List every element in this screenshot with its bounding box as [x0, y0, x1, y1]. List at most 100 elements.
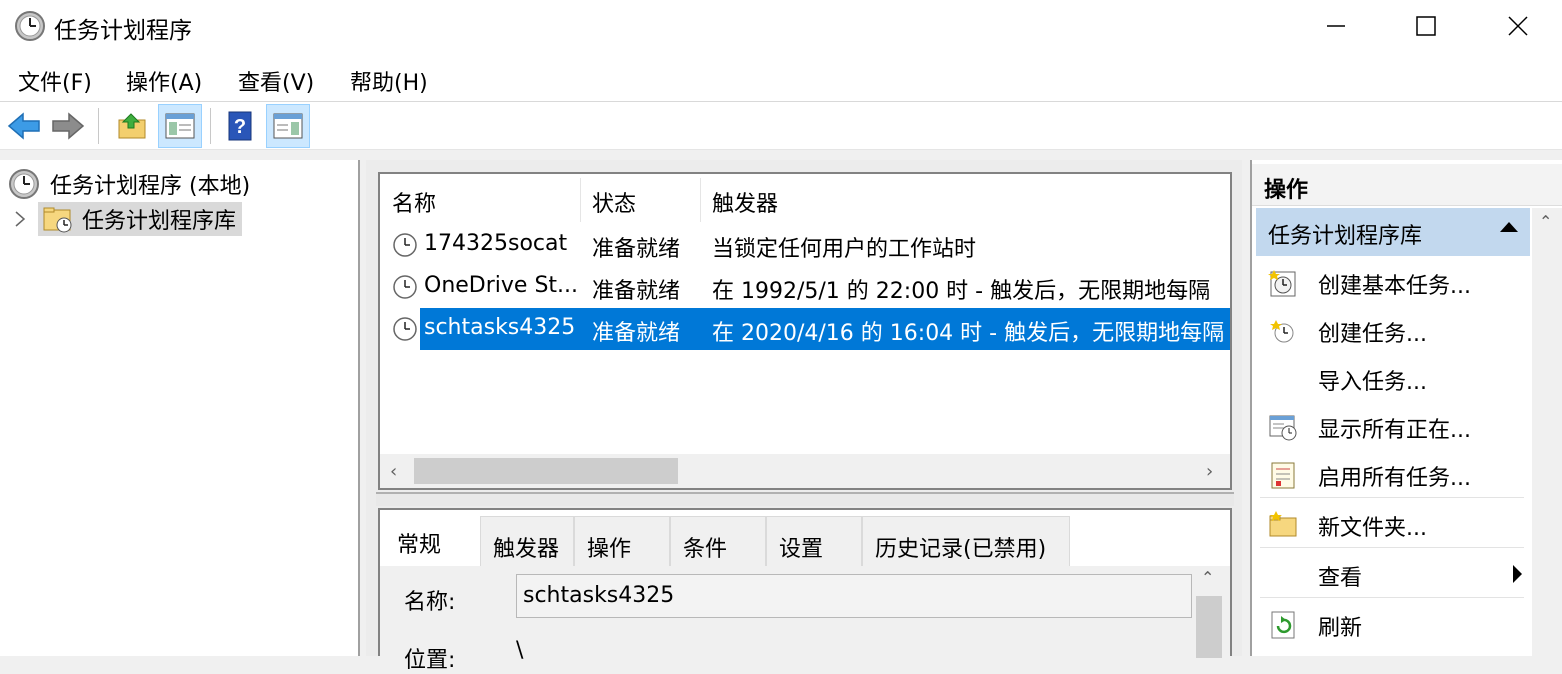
column-divider[interactable] — [700, 178, 701, 222]
tree-root-node[interactable]: 任务计划程序 (本地) — [8, 168, 250, 200]
create-task-icon — [1270, 320, 1294, 343]
show-hide-action-pane-button[interactable] — [266, 104, 310, 148]
clock-icon — [9, 169, 39, 199]
menu-action[interactable]: 操作(A) — [126, 65, 202, 97]
horizontal-scrollbar[interactable]: ‹ › — [380, 454, 1230, 488]
tab-general[interactable]: 常规 — [384, 512, 484, 566]
tree-root-label: 任务计划程序 (本地) — [50, 174, 251, 199]
column-header-trigger[interactable]: 触发器 — [712, 186, 778, 218]
pane-splitter[interactable] — [376, 492, 1234, 506]
help-button[interactable]: ? — [218, 104, 262, 148]
forward-arrow-icon — [52, 112, 85, 140]
action-label: 刷新 — [1318, 616, 1363, 641]
actions-header: 操作 — [1252, 164, 1562, 206]
close-button[interactable] — [1472, 0, 1562, 52]
action-create-basic-task[interactable]: 创建基本任务... — [1260, 258, 1524, 306]
up-level-button[interactable] — [110, 104, 154, 148]
refresh-icon — [1271, 611, 1295, 639]
table-row[interactable]: 174325socat 准备就绪 当锁定任何用户的工作站时 — [380, 224, 1230, 266]
general-tab-content: 名称: schtasks4325 位置: \ ⌃ — [380, 566, 1230, 673]
maximize-button[interactable] — [1380, 0, 1472, 52]
minimize-icon — [1327, 25, 1345, 27]
menu-view[interactable]: 查看(V) — [238, 65, 314, 97]
table-row-selected[interactable]: schtasks4325 准备就绪 在 2020/4/16 的 16:04 时 … — [380, 308, 1230, 350]
actions-pane: 操作 任务计划程序库 创建基本任务... 创建任务... 导入任务... 显示所… — [1250, 160, 1562, 656]
action-view-submenu[interactable]: 查看 — [1260, 550, 1524, 598]
action-label: 显示所有正在... — [1318, 418, 1471, 443]
show-hide-console-tree-icon — [165, 113, 195, 139]
menu-bar: 文件(F) 操作(A) 查看(V) 帮助(H) — [0, 52, 1562, 102]
action-display-running-tasks[interactable]: 显示所有正在... — [1260, 402, 1524, 450]
menu-help[interactable]: 帮助(H) — [350, 65, 428, 97]
task-list-header: 名称 状态 触发器 — [380, 174, 1230, 224]
show-hide-action-pane-icon — [273, 113, 303, 139]
task-clock-icon — [393, 233, 417, 257]
tab-settings[interactable]: 设置 — [766, 516, 862, 566]
back-button[interactable] — [2, 104, 46, 148]
scroll-up-arrow-icon[interactable]: ⌃ — [1201, 568, 1214, 587]
scroll-up-arrow-icon[interactable]: ⌃ — [1539, 212, 1552, 231]
enable-history-icon — [1271, 462, 1295, 489]
action-label: 新文件夹... — [1318, 516, 1427, 541]
clock-icon — [15, 11, 45, 41]
actions-section-task-library[interactable]: 任务计划程序库 — [1256, 208, 1530, 256]
scrollbar-thumb[interactable] — [414, 458, 678, 484]
close-icon — [1508, 16, 1528, 36]
title-bar: 任务计划程序 — [0, 0, 1562, 52]
scrollbar-thumb[interactable] — [1196, 596, 1222, 658]
tab-actions[interactable]: 操作 — [574, 516, 670, 566]
help-icon: ? — [228, 111, 252, 141]
tree-node-task-library[interactable]: 任务计划程序库 — [14, 202, 243, 236]
table-row[interactable]: OneDrive St... 准备就绪 在 1992/5/1 的 22:00 时… — [380, 266, 1230, 308]
action-refresh[interactable]: 刷新 — [1260, 600, 1524, 648]
task-name: 174325socat — [424, 231, 568, 256]
folder-clock-icon — [43, 207, 72, 233]
toolbar: ? — [0, 102, 1562, 150]
task-status: 准备就绪 — [592, 237, 681, 262]
forward-button[interactable] — [46, 104, 90, 148]
new-folder-icon — [1269, 511, 1297, 537]
tab-history[interactable]: 历史记录(已禁用) — [862, 516, 1070, 566]
action-enable-all-history[interactable]: 启用所有任务... — [1260, 450, 1524, 498]
task-trigger: 当锁定任何用户的工作站时 — [712, 237, 977, 262]
action-label: 启用所有任务... — [1318, 466, 1471, 491]
back-arrow-icon — [7, 112, 40, 140]
column-header-status[interactable]: 状态 — [592, 186, 636, 218]
action-import-task[interactable]: 导入任务... — [1260, 354, 1524, 402]
column-divider[interactable] — [580, 178, 581, 222]
scroll-left-arrow-icon[interactable]: ‹ — [390, 461, 397, 482]
up-folder-icon — [118, 113, 146, 139]
tab-conditions[interactable]: 条件 — [670, 516, 766, 566]
action-create-task[interactable]: 创建任务... — [1260, 306, 1524, 354]
action-new-folder[interactable]: 新文件夹... — [1260, 500, 1524, 548]
tree-node-selected[interactable]: 任务计划程序库 — [38, 202, 243, 236]
task-clock-icon — [393, 317, 417, 341]
menu-file[interactable]: 文件(F) — [18, 65, 92, 97]
display-running-tasks-icon — [1269, 415, 1297, 441]
chevron-right-icon[interactable] — [14, 210, 26, 228]
submenu-arrow-icon — [1513, 565, 1522, 583]
vertical-scrollbar[interactable]: ⌃ — [1192, 566, 1226, 658]
action-label: 导入任务... — [1318, 370, 1427, 395]
action-label: 查看 — [1318, 566, 1363, 591]
column-header-name[interactable]: 名称 — [392, 186, 436, 218]
svg-text:?: ? — [234, 116, 246, 138]
minimize-button[interactable] — [1290, 0, 1382, 52]
collapse-triangle-icon[interactable] — [1500, 222, 1518, 232]
task-status: 准备就绪 — [592, 279, 681, 304]
tab-triggers[interactable]: 触发器 — [480, 516, 574, 566]
scroll-right-arrow-icon[interactable]: › — [1206, 461, 1213, 482]
task-trigger: 在 1992/5/1 的 22:00 时 - 触发后，无限期地每隔 — [712, 279, 1211, 304]
name-label: 名称: — [404, 590, 456, 615]
name-field[interactable]: schtasks4325 — [516, 574, 1192, 618]
action-label: 创建任务... — [1318, 322, 1427, 347]
console-tree: 任务计划程序 (本地) 任务计划程序库 — [0, 160, 360, 656]
task-list: 名称 状态 触发器 174325socat 准备就绪 当锁定任何用户的工作站时 … — [378, 172, 1232, 490]
show-hide-tree-button[interactable] — [158, 104, 202, 148]
action-label: 创建基本任务... — [1318, 274, 1471, 299]
window-title: 任务计划程序 — [54, 18, 192, 44]
task-name: schtasks4325 — [424, 315, 576, 340]
actions-vertical-scrollbar[interactable]: ⌃ — [1532, 208, 1562, 656]
task-status: 准备就绪 — [592, 321, 681, 346]
actions-section-label: 任务计划程序库 — [1268, 224, 1423, 249]
